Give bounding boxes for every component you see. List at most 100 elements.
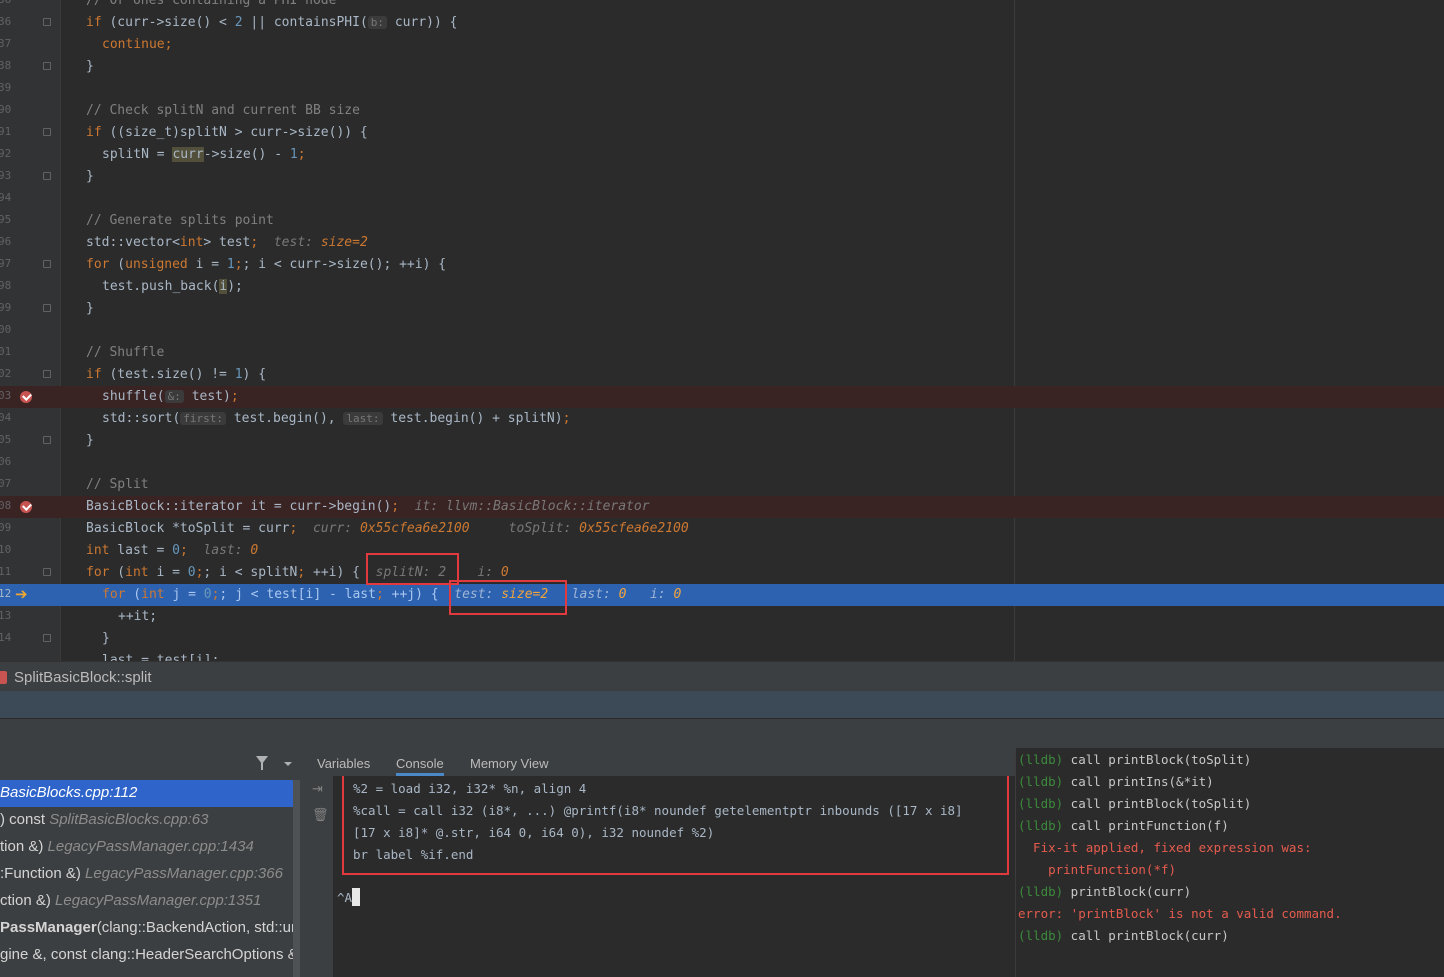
frame-item[interactable]: gine &, const clang::HeaderSearchOptions… [0, 942, 300, 969]
code-line[interactable]: 99 } [0, 298, 1444, 320]
debug-toolbar[interactable] [0, 718, 1444, 749]
annotation-box-splitn [366, 553, 459, 585]
execution-point-arrow-icon: ➔ [15, 585, 28, 603]
code-line[interactable]: 90 // Check splitN and current BB size [0, 100, 1444, 122]
fold-marker-icon[interactable] [43, 436, 51, 444]
code-text: if ((size_t)splitN > curr->size()) { [86, 125, 368, 140]
frame-item[interactable]: ction &) LegacyPassManager.cpp:1351 [0, 888, 300, 915]
tab-variables[interactable]: Variables [317, 756, 370, 771]
current-execution-line[interactable]: 12 ➔ for (int j = 0;; j < test[i] - last… [0, 584, 1444, 606]
code-editor[interactable]: 36 // Or ones containing a PHI node 36 i… [0, 0, 1444, 661]
code-line[interactable]: 37 continue; [0, 34, 1444, 56]
line-number: 08 [0, 499, 12, 512]
param-hint: first: [180, 412, 227, 425]
line-number: 01 [0, 345, 12, 358]
code-text: // Generate splits point [86, 213, 274, 228]
scroll-to-end-icon[interactable]: ⇥ [312, 782, 323, 797]
frame-item-selected[interactable]: BasicBlocks.cpp:112 [0, 780, 300, 807]
code-line[interactable]: 13 ++it; [0, 606, 1444, 628]
fold-marker-icon[interactable] [43, 568, 51, 576]
code-line[interactable]: 00 [0, 320, 1444, 342]
code-text: // Check splitN and current BB size [86, 103, 360, 118]
console-input[interactable]: ^A [337, 888, 361, 906]
filter-icon[interactable] [256, 756, 268, 770]
code-text: std::sort(first: test.begin(), last: tes… [102, 411, 571, 426]
fold-marker-icon[interactable] [43, 634, 51, 642]
code-line[interactable]: 91 if ((size_t)splitN > curr->size()) { [0, 122, 1444, 144]
editor-breadcrumb-bar[interactable]: SplitBasicBlock::split [0, 661, 1444, 692]
console-output[interactable]: %2 = load i32, i32* %n, align 4 %call = … [333, 776, 1015, 977]
fold-marker-icon[interactable] [43, 62, 51, 70]
code-line[interactable]: 97 for (unsigned i = 1;; i < curr->size(… [0, 254, 1444, 276]
tab-memory-view[interactable]: Memory View [470, 756, 549, 771]
trash-icon[interactable]: 🗑 [312, 808, 329, 823]
fold-marker-icon[interactable] [43, 18, 51, 26]
lldb-line: (lldb) call printBlock(curr) [1018, 928, 1229, 943]
code-line[interactable]: 94 [0, 188, 1444, 210]
code-line[interactable]: 05 } [0, 430, 1444, 452]
annotation-box-console [342, 776, 1009, 875]
line-number: 95 [0, 213, 12, 226]
code-line[interactable]: 10 int last = 0; last: 0 [0, 540, 1444, 562]
frames-panel[interactable]: BasicBlocks.cpp:112 ) const SplitBasicBl… [0, 748, 305, 977]
lldb-console[interactable]: (lldb) call printBlock(toSplit) (lldb) c… [1015, 748, 1444, 977]
code-line[interactable]: 39 [0, 78, 1444, 100]
code-line[interactable]: 14 } [0, 628, 1444, 650]
code-text: } [86, 433, 94, 448]
line-number: 13 [0, 609, 12, 622]
code-line[interactable]: 09 BasicBlock *toSplit = curr; curr: 0x5… [0, 518, 1444, 540]
fold-marker-icon[interactable] [43, 172, 51, 180]
code-text: continue; [102, 37, 173, 52]
chevron-down-icon[interactable] [284, 762, 292, 766]
code-text: } [86, 301, 94, 316]
code-line[interactable]: 38 } [0, 56, 1444, 78]
code-line[interactable]: 95 // Generate splits point [0, 210, 1444, 232]
breakpoint-icon[interactable] [20, 391, 32, 403]
code-line[interactable]: 93 } [0, 166, 1444, 188]
lldb-line: (lldb) call printFunction(f) [1018, 818, 1229, 833]
debug-tabs: Variables Console Memory View [305, 748, 1015, 776]
frame-item[interactable]: ) const SplitBasicBlocks.cpp:63 [0, 807, 300, 834]
fold-marker-icon[interactable] [43, 260, 51, 268]
code-line[interactable]: 02 if (test.size() != 1) { [0, 364, 1444, 386]
code-line-breakpoint[interactable]: 03 shuffle(&: test); [0, 386, 1444, 408]
code-text: if (test.size() != 1) { [86, 367, 267, 382]
code-text: } [86, 59, 94, 74]
code-line[interactable]: 96 std::vector<int> test; test: size=2 [0, 232, 1444, 254]
breakpoint-icon[interactable] [20, 501, 32, 513]
line-number: 14 [0, 631, 12, 644]
fold-marker-icon[interactable] [43, 370, 51, 378]
code-line-breakpoint[interactable]: 08 BasicBlock::iterator it = curr->begin… [0, 496, 1444, 518]
code-line[interactable]: 98 test.push_back(i); [0, 276, 1444, 298]
line-number: 03 [0, 389, 12, 402]
frames-scrollbar[interactable] [293, 780, 300, 977]
tab-console[interactable]: Console [396, 756, 444, 776]
code-text: int last = 0; last: 0 [86, 543, 259, 558]
code-line[interactable]: 06 [0, 452, 1444, 474]
code-line[interactable]: 92 splitN = curr->size() - 1; [0, 144, 1444, 166]
code-line[interactable]: 36 // Or ones containing a PHI node [0, 0, 1444, 12]
code-line[interactable]: 07 // Split [0, 474, 1444, 496]
lldb-line: (lldb) call printBlock(toSplit) [1018, 796, 1252, 811]
code-line[interactable]: 04 std::sort(first: test.begin(), last: … [0, 408, 1444, 430]
line-number: 96 [0, 235, 12, 248]
code-line[interactable]: last = test[i]; [0, 650, 1444, 661]
code-text: } [86, 169, 94, 184]
fold-marker-icon[interactable] [43, 304, 51, 312]
inline-debug-value: i: [477, 565, 501, 580]
code-line[interactable]: 11 for (int i = 0;; i < splitN; ++i) { s… [0, 562, 1444, 584]
line-number: 36 [0, 0, 12, 6]
console-toolbar: ⇥ 🗑 [305, 776, 333, 977]
lldb-error-line: error: 'printBlock' is not a valid comma… [1018, 906, 1342, 921]
line-number: 36 [0, 15, 12, 28]
code-text: for (int j = 0;; j < test[i] - last; ++j… [102, 587, 682, 602]
frame-item[interactable]: :Function &) LegacyPassManager.cpp:366 [0, 861, 300, 888]
frame-item[interactable]: tion &) LegacyPassManager.cpp:1434 [0, 834, 300, 861]
fold-marker-icon[interactable] [43, 128, 51, 136]
frame-item[interactable]: PassManager(clang::BackendAction, std::u… [0, 915, 300, 942]
code-text: shuffle(&: test); [102, 389, 239, 404]
code-line[interactable]: 01 // Shuffle [0, 342, 1444, 364]
debug-session-bar[interactable] [0, 691, 1444, 718]
code-line[interactable]: 36 if (curr->size() < 2 || containsPHI(b… [0, 12, 1444, 34]
frames-header [0, 748, 305, 778]
